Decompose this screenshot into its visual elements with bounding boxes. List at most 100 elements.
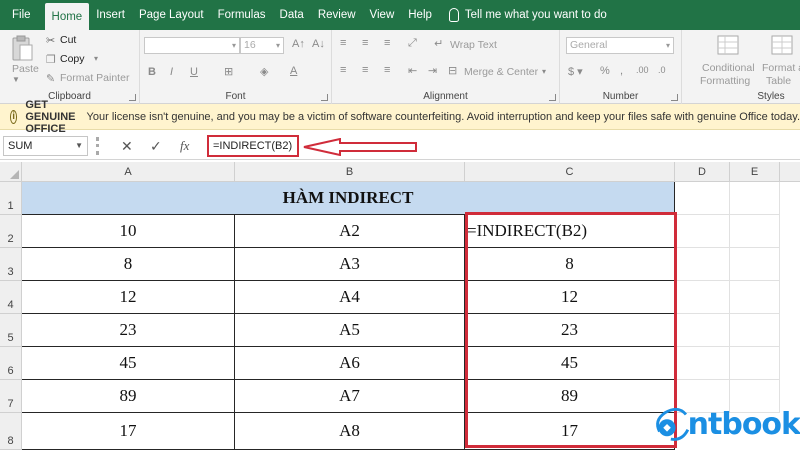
cell-b8[interactable]: A8 [235,413,465,450]
tab-home[interactable]: Home [44,3,90,30]
cell-a7[interactable]: 89 [22,380,235,413]
font-name-combo[interactable]: ▾ [144,37,240,54]
tab-review[interactable]: Review [311,0,363,30]
copy-button[interactable]: Copy [60,53,85,65]
grow-font-icon[interactable]: A↑ [292,38,305,50]
alignment-launcher-icon[interactable] [549,94,556,101]
cancel-icon[interactable]: ✕ [121,138,133,155]
row-header-3[interactable]: 3 [0,248,22,281]
cell-a8[interactable]: 17 [22,413,235,450]
number-format-combo[interactable]: General ▾ [566,37,674,54]
font-color-icon[interactable]: A [290,65,297,77]
font-size-combo[interactable]: 16 ▾ [240,37,284,54]
column-header-c[interactable]: C [465,162,675,182]
tab-formulas[interactable]: Formulas [211,0,273,30]
formula-input[interactable]: =INDIRECT(B2) [207,135,299,157]
cell-b6[interactable]: A6 [235,347,465,380]
copy-dropdown-icon[interactable]: ▾ [94,54,98,63]
cell-d6[interactable] [675,347,730,380]
cell-b4[interactable]: A4 [235,281,465,314]
tab-insert[interactable]: Insert [89,0,132,30]
copy-icon: ❐ [46,54,56,66]
cell-a6[interactable]: 45 [22,347,235,380]
cell-b2[interactable]: A2 [235,215,465,248]
row-header-2[interactable]: 2 [0,215,22,248]
align-bottom-icon[interactable]: ≡ [384,37,390,49]
cell-d3[interactable] [675,248,730,281]
cell-e5[interactable] [730,314,780,347]
row-header-6[interactable]: 6 [0,347,22,380]
currency-icon[interactable]: $ ▾ [568,65,583,78]
cell-a5[interactable]: 23 [22,314,235,347]
underline-icon[interactable]: U [190,66,198,78]
cell-d1[interactable] [675,182,730,215]
column-header-a[interactable]: A [22,162,235,182]
formula-bar-splitter[interactable] [96,137,99,155]
column-header-d[interactable]: D [675,162,730,182]
italic-icon[interactable]: I [170,66,173,78]
indent-icon[interactable]: ⇤ [408,64,417,77]
enter-icon[interactable]: ✓ [150,138,162,155]
select-all-button[interactable] [0,162,22,182]
cell-a2[interactable]: 10 [22,215,235,248]
insert-function-icon[interactable]: fx [180,138,189,154]
cell-b5[interactable]: A5 [235,314,465,347]
format-painter-button[interactable]: Format Painter [60,72,129,84]
cut-button[interactable]: Cut [60,34,76,46]
tab-page-layout[interactable]: Page Layout [132,0,211,30]
align-center-icon[interactable]: ≡ [362,64,368,76]
tell-me-box[interactable]: Tell me what you want to do [439,0,607,30]
cell-d2[interactable] [675,215,730,248]
cell-a4[interactable]: 12 [22,281,235,314]
borders-icon[interactable]: ⊞ [224,65,233,78]
merge-dropdown-icon[interactable]: ▾ [542,67,546,76]
cell-a3[interactable]: 8 [22,248,235,281]
merge-center-button[interactable]: Merge & Center [464,66,538,78]
format-as-table-button-line2[interactable]: Table [766,75,791,87]
tab-data[interactable]: Data [273,0,311,30]
cell-e2[interactable] [730,215,780,248]
number-launcher-icon[interactable] [671,94,678,101]
name-box[interactable]: SUM ▼ [3,136,88,156]
conditional-formatting-button-line2[interactable]: Formatting [700,75,750,87]
outdent-icon[interactable]: ⇥ [428,64,437,77]
cell-e1[interactable] [730,182,780,215]
wrap-text-button[interactable]: Wrap Text [450,39,497,51]
paste-button[interactable]: Paste [12,63,39,75]
cell-e6[interactable] [730,347,780,380]
align-right-icon[interactable]: ≡ [384,64,390,76]
increase-decimal-icon[interactable]: .00 [636,65,649,75]
align-top-icon[interactable]: ≡ [340,37,346,49]
conditional-formatting-button[interactable]: Conditional [702,62,755,74]
align-middle-icon[interactable]: ≡ [362,37,368,49]
percent-icon[interactable]: % [600,65,610,77]
row-header-4[interactable]: 4 [0,281,22,314]
row-header-7[interactable]: 7 [0,380,22,413]
decrease-decimal-icon[interactable]: .0 [658,65,666,75]
fill-color-icon[interactable]: ◈ [260,65,268,78]
align-left-icon[interactable]: ≡ [340,64,346,76]
column-header-e[interactable]: E [730,162,780,182]
cell-e3[interactable] [730,248,780,281]
cell-d5[interactable] [675,314,730,347]
clipboard-launcher-icon[interactable] [129,94,136,101]
row-header-1[interactable]: 1 [0,182,22,215]
row-header-8[interactable]: 8 [0,413,22,450]
cell-b7[interactable]: A7 [235,380,465,413]
column-header-b[interactable]: B [235,162,465,182]
cell-d4[interactable] [675,281,730,314]
paste-dropdown-icon[interactable]: ▼ [12,75,20,84]
tab-view[interactable]: View [363,0,402,30]
shrink-font-icon[interactable]: A↓ [312,38,325,50]
font-launcher-icon[interactable] [321,94,328,101]
orientation-icon[interactable]: ⤢ [408,37,417,50]
tab-help[interactable]: Help [401,0,439,30]
format-as-table-button[interactable]: Format as [762,62,800,74]
cell-b3[interactable]: A3 [235,248,465,281]
bold-icon[interactable]: B [148,66,156,78]
row-header-5[interactable]: 5 [0,314,22,347]
tab-file[interactable]: File [0,0,45,30]
cell-e4[interactable] [730,281,780,314]
title-cell[interactable]: HÀM INDIRECT [22,182,675,215]
comma-style-icon[interactable]: , [620,65,623,77]
